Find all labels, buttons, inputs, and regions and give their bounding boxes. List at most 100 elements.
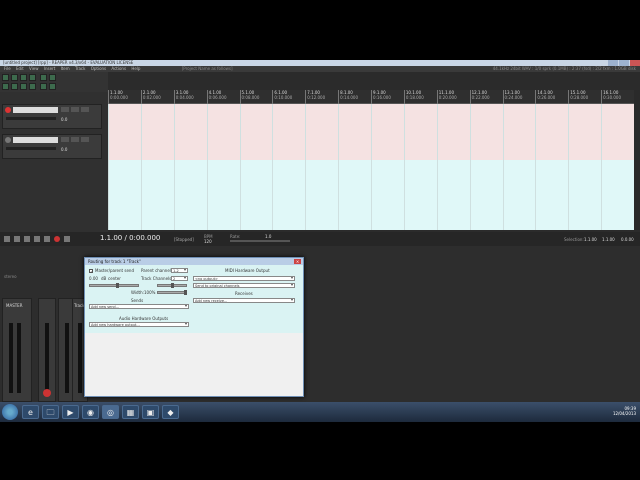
ruler-time-label: 0:06.000 [208,95,227,100]
media-player-icon[interactable]: ▶ [62,405,79,419]
ruler-tick[interactable]: 1.1.00 0:00.000 [108,90,141,104]
menu-insert[interactable]: Insert [44,66,55,71]
app-icon[interactable]: ▦ [122,405,139,419]
menu-options[interactable]: Options [91,66,106,71]
menu-track[interactable]: Track [75,66,85,71]
midi-output-select[interactable]: <no output> [193,276,295,281]
menu-edit[interactable]: Edit [16,66,24,71]
volume-slider[interactable] [89,283,139,288]
ruler-tick[interactable]: 2.1.00 0:02.000 [140,90,174,104]
ripple-icon[interactable] [20,83,27,90]
envelope-icon[interactable] [40,83,47,90]
volume-slider-knob[interactable] [116,283,119,288]
volume-fader[interactable] [6,117,56,120]
arrange-view[interactable]: 1.1.00 0:00.000 2.1.00 0:02.000 3.1.00 0:04.0… [108,90,634,230]
system-clock[interactable]: 09:39 12/04/2013 [613,406,636,416]
ruler-tick[interactable]: 12.1.00 0:22.000 [469,90,503,104]
browser-icon[interactable]: e [22,405,39,419]
mute-button[interactable] [61,107,69,112]
redo-icon[interactable] [49,74,56,81]
lock-icon[interactable] [49,83,56,90]
add-receive-select[interactable]: Add new receive... [193,298,295,303]
record-arm-icon[interactable] [5,107,11,113]
parent-channels-select[interactable]: 1-2 [171,268,188,273]
fx-button[interactable] [81,137,89,142]
ruler-tick[interactable]: 8.1.00 0:14.000 [338,90,371,104]
track-header-2[interactable]: 0.0 [2,134,102,159]
ruler-tick[interactable]: 3.1.00 0:04.000 [173,90,207,104]
vertical-scrollbar[interactable] [634,90,640,230]
play-icon[interactable] [14,236,20,242]
ruler-tick[interactable]: 14.1.00 0:26.000 [535,90,568,104]
track-strip-1[interactable] [38,298,56,402]
mute-button[interactable] [61,137,69,142]
solo-button[interactable] [71,107,79,112]
save-project-icon[interactable] [20,74,27,81]
track-name-field[interactable] [13,137,58,143]
open-project-icon[interactable] [11,74,18,81]
bpm-value[interactable]: 120 [204,239,212,244]
app-icon[interactable]: ◆ [162,405,179,419]
menu-actions[interactable]: Actions [111,66,126,71]
new-project-icon[interactable] [2,74,9,81]
close-icon[interactable]: × [294,259,301,264]
ruler-tick[interactable]: 7.1.00 0:12.000 [305,90,338,104]
width-slider[interactable] [157,290,187,295]
transport-bar: 1.1.00 / 0:00.000 [Stopped] BPM 120 Rate… [0,232,640,246]
menu-file[interactable]: File [4,66,11,71]
settings-icon[interactable] [29,74,36,81]
ruler-tick[interactable]: 11.1.00 0:20.000 [436,90,470,104]
start-button[interactable] [2,404,18,420]
go-to-start-icon[interactable] [4,236,10,242]
ruler-tick[interactable]: 5.1.00 0:08.000 [239,90,273,104]
stop-icon[interactable] [34,236,40,242]
selection-label: Selection: [564,237,584,242]
selection-length[interactable]: 0.0.00 [621,237,634,242]
volume-fader[interactable] [6,147,56,150]
menu-help[interactable]: Help [131,66,140,71]
ruler-tick[interactable]: 15.1.00 0:28.000 [568,90,601,104]
ruler-tick[interactable]: 4.1.00 0:06.000 [206,90,240,104]
add-hw-output-select[interactable]: Add new hardware output... [89,322,189,327]
timeline-ruler[interactable]: 1.1.00 0:00.000 2.1.00 0:02.000 3.1.00 0:04.0… [108,90,634,104]
menu-view[interactable]: View [29,66,39,71]
record-icon[interactable] [54,236,60,242]
ruler-tick[interactable]: 13.1.00 0:24.000 [502,90,536,104]
ruler-tick[interactable]: 6.1.00 0:10.000 [272,90,305,104]
solo-button[interactable] [71,137,79,142]
group-icon[interactable] [29,83,36,90]
rate-slider[interactable] [230,240,290,242]
app-icon[interactable]: ◉ [82,405,99,419]
record-arm-icon[interactable] [43,389,51,397]
master-strip[interactable]: MASTER [2,298,32,402]
pause-icon[interactable] [24,236,30,242]
track-control-panel: 0.0 0.0 [0,92,108,232]
track-header-1[interactable]: 0.0 [2,104,102,129]
receives-header: Receives [235,291,253,296]
track-name-field[interactable] [13,107,58,113]
ruler-tick[interactable]: 9.1.00 0:16.000 [371,90,404,104]
record-arm-icon[interactable] [5,137,11,143]
go-to-end-icon[interactable] [44,236,50,242]
add-send-select[interactable]: Add new send... [89,304,189,309]
repeat-icon[interactable] [64,236,70,242]
pan-slider[interactable] [157,283,187,288]
pan-slider-knob[interactable] [171,283,174,288]
reaper-icon[interactable]: ◎ [102,405,119,419]
master-send-checkbox[interactable]: ✓ [89,269,93,274]
snap-icon[interactable] [11,83,18,90]
undo-icon[interactable] [40,74,47,81]
midi-channel-select[interactable]: Send to original channels [193,283,295,288]
width-slider-knob[interactable] [184,290,187,295]
app-icon[interactable]: ▣ [142,405,159,419]
selection-end[interactable]: 1.1.00 [602,237,615,242]
track-channels-select[interactable]: 2 [171,276,188,281]
ruler-tick[interactable]: 16.1.00 0:30.000 [601,90,634,104]
grid-icon[interactable] [2,83,9,90]
fx-button[interactable] [81,107,89,112]
folder-icon[interactable]: 🗀 [42,405,59,419]
selection-start[interactable]: 1.1.00 [584,237,597,242]
ruler-tick[interactable]: 10.1.00 0:18.000 [403,90,437,104]
width-label: Width: [131,290,144,295]
menu-item[interactable]: Item [61,66,70,71]
